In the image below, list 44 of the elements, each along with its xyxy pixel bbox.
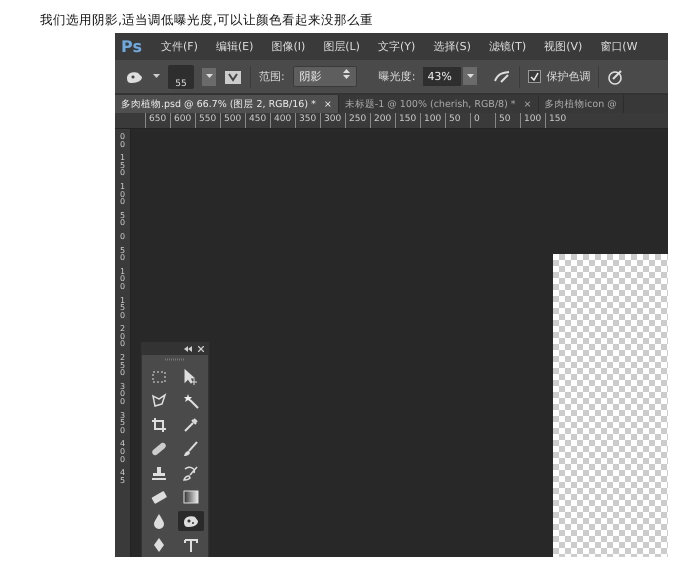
brush-icon	[182, 440, 200, 458]
close-icon[interactable]: ×	[524, 98, 532, 110]
menu-item[interactable]: 文字(Y)	[368, 39, 424, 54]
brush-dropdown[interactable]	[202, 68, 216, 86]
caret-icon	[466, 74, 474, 78]
caret-icon[interactable]	[153, 74, 160, 79]
menu-item[interactable]: 图像(I)	[262, 39, 314, 54]
menu-item[interactable]: 编辑(E)	[206, 39, 262, 54]
eraser-icon	[150, 488, 168, 506]
move-arrow-icon	[182, 368, 200, 386]
menu-item[interactable]: 视图(V)	[535, 39, 592, 54]
stamp-icon	[150, 464, 168, 482]
history-brush-icon	[182, 464, 200, 482]
menu-item[interactable]: 图层(L)	[314, 39, 369, 54]
horizontal-ruler: 650 600 550 500 450 400 350 300 250 200 150 100 50 0 50 100 150	[115, 113, 668, 129]
menu-item[interactable]: 窗口(W	[591, 39, 646, 54]
range-label: 范围:	[259, 69, 285, 84]
eyedropper-icon	[182, 416, 200, 434]
range-select[interactable]: 阴影	[292, 66, 357, 87]
menu-item[interactable]: 文件(F)	[152, 39, 207, 54]
updown-icon	[342, 69, 350, 79]
type-icon	[182, 536, 200, 554]
grip-icon[interactable]	[165, 358, 185, 360]
magic-wand-icon	[182, 392, 200, 410]
tool-button[interactable]	[178, 511, 204, 531]
exposure-dropdown[interactable]	[463, 67, 478, 85]
vertical-ruler: 00 150 100 50 0 50 100 150 200 250 300 350 400 45	[115, 129, 131, 557]
exposure-field[interactable]: 43%	[423, 67, 462, 86]
close-icon[interactable]	[198, 346, 204, 352]
protect-tones-checkbox[interactable]: 保护色调	[528, 69, 590, 84]
crop-icon	[150, 416, 168, 434]
menu-item[interactable]: 滤镜(T)	[480, 39, 536, 54]
exposure-label: 曝光度:	[378, 69, 416, 84]
document-tab[interactable]: 多肉植物.psd @ 66.7% (图层 2, RGB/16) * ×	[115, 95, 339, 113]
caret-icon	[206, 74, 212, 79]
collapse-icon[interactable]	[184, 346, 192, 352]
app-logo: Ps	[120, 37, 143, 56]
check-icon	[530, 72, 540, 81]
menu-item[interactable]: 选择(S)	[424, 39, 480, 54]
lasso-icon	[150, 392, 168, 410]
close-icon[interactable]: ×	[324, 98, 332, 110]
brush-size-preview[interactable]: 55	[168, 64, 194, 88]
gradient-icon	[182, 488, 200, 506]
caption-text: 我们选用阴影,适当调低曝光度,可以让颜色看起来没那么重	[39, 11, 374, 29]
